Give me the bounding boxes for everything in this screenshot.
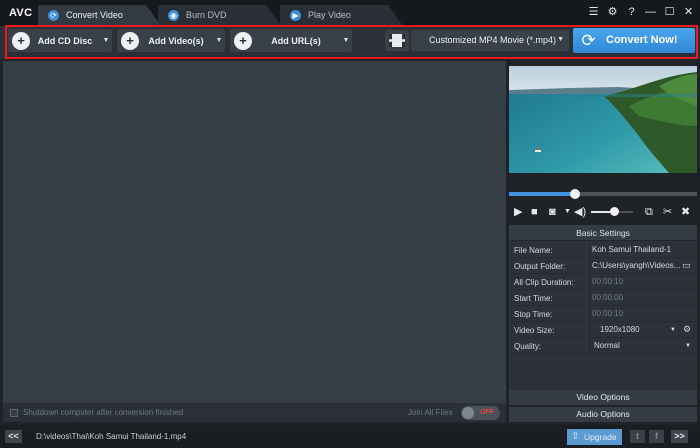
tab-play-video[interactable]: ▶ Play Video <box>280 5 403 26</box>
globe-add-icon: + <box>234 31 252 50</box>
effects-icon[interactable]: ✖ <box>681 204 690 220</box>
facebook-icon[interactable]: f <box>649 430 664 443</box>
setting-label: Output Folder: <box>514 262 566 271</box>
convert-now-button[interactable]: ⟳ Convert Now! <box>573 28 695 53</box>
file-name-field[interactable]: Koh Samui Thailand-1 <box>589 242 689 258</box>
folder-open-icon[interactable]: ▭ <box>682 260 691 271</box>
current-file-path: D:\videos\Thai\Koh Samui Thailand-1.mp4 <box>36 432 187 441</box>
seek-handle[interactable] <box>569 189 580 199</box>
add-video-button[interactable]: + Add Video(s) ▼ <box>117 29 225 52</box>
crop-icon[interactable]: ⧉ <box>645 204 653 220</box>
menu-icon[interactable]: ☰ <box>588 5 599 19</box>
convert-now-label: Convert Now! <box>606 34 678 46</box>
film-format-icon[interactable] <box>385 30 409 51</box>
tab-convert-video[interactable]: ⟳ Convert Video <box>38 5 161 26</box>
chevron-down-icon[interactable]: ▼ <box>564 204 571 220</box>
audio-options-bar[interactable]: Audio Options <box>509 407 697 422</box>
maximize-icon[interactable]: ☐ <box>664 5 675 19</box>
close-icon[interactable]: ✕ <box>683 5 694 19</box>
volume-slider[interactable] <box>591 207 633 216</box>
setting-label: Quality: <box>514 342 542 351</box>
setting-duration: All Clip Duration: 00:00:10 <box>509 274 697 290</box>
minimize-icon[interactable]: — <box>645 5 656 19</box>
setting-stop-time: Stop Time: 00:00:10 <box>509 306 697 322</box>
help-icon[interactable]: ? <box>626 5 637 19</box>
disc-icon: ◉ <box>168 10 179 21</box>
seek-bar[interactable] <box>509 189 697 199</box>
video-options-bar[interactable]: Video Options <box>509 390 697 405</box>
refresh-icon: ⟳ <box>48 10 59 21</box>
player-controls: ▶ ■ ◙ ▼ ◀) ⧉ ✂ ✖ <box>509 204 697 220</box>
setting-label: Video Size: <box>514 326 555 335</box>
start-time-field[interactable]: 00:00:00 <box>589 290 689 306</box>
upgrade-button[interactable]: ⇧ Upgrade <box>567 429 622 445</box>
gear-icon[interactable]: ⚙ <box>607 5 618 19</box>
basic-settings-title[interactable]: Basic Settings <box>509 225 697 241</box>
add-disc-icon: + <box>12 31 30 50</box>
video-size-select[interactable]: 1920x1080 <box>589 322 679 338</box>
play-icon[interactable]: ▶ <box>514 204 522 220</box>
toggle-state: OFF <box>480 409 494 416</box>
setting-start-time: Start Time: 00:00:00 <box>509 290 697 306</box>
tab-label: Burn DVD <box>186 10 227 20</box>
quality-select[interactable]: Normal <box>589 338 693 354</box>
expand-right-button[interactable]: >> <box>671 430 688 443</box>
output-format-value: Customized MP4 Movie (*.mp4) <box>429 35 557 45</box>
toggle-knob <box>462 407 474 419</box>
conversion-options-bar: Shutdown computer after conversion finis… <box>3 403 506 422</box>
snapshot-icon[interactable]: ◙ <box>549 204 556 220</box>
join-files-label: Join All Files <box>408 408 453 417</box>
scissors-icon[interactable]: ✂ <box>663 204 672 220</box>
setting-quality: Quality: Normal ▼ <box>509 338 697 354</box>
file-list-area[interactable] <box>3 61 506 403</box>
chevron-down-icon[interactable]: ▼ <box>670 327 676 333</box>
upgrade-label: Upgrade <box>584 432 617 442</box>
join-files-toggle[interactable]: OFF <box>461 406 500 420</box>
stop-time-field[interactable]: 00:00:10 <box>589 306 689 322</box>
chevron-down-icon[interactable]: ▼ <box>100 37 112 44</box>
app-logo: AVC <box>9 7 33 19</box>
play-circle-icon: ▶ <box>290 10 301 21</box>
shutdown-label: Shutdown computer after conversion finis… <box>23 408 184 417</box>
upgrade-arrow-icon: ⇧ <box>571 431 580 442</box>
status-bar: << D:\videos\Thai\Koh Samui Thailand-1.m… <box>0 425 700 448</box>
basic-settings-panel: Basic Settings File Name: Koh Samui Thai… <box>509 225 697 390</box>
add-url-label: Add URL(s) <box>271 35 321 46</box>
setting-output-folder: Output Folder: C:\Users\yangh\Videos... … <box>509 258 697 274</box>
duration-value: 00:00:10 <box>589 274 689 290</box>
add-video-label: Add Video(s) <box>148 35 204 46</box>
window-controls: ☰ ⚙ ? — ☐ ✕ <box>588 5 694 19</box>
tab-label: Convert Video <box>66 10 123 20</box>
preview-image <box>509 66 697 173</box>
output-format-select[interactable]: Customized MP4 Movie (*.mp4) ▼ <box>411 30 569 51</box>
setting-label: All Clip Duration: <box>514 278 574 287</box>
chevron-down-icon[interactable]: ▼ <box>340 37 352 44</box>
twitter-icon[interactable]: t <box>630 430 645 443</box>
tab-label: Play Video <box>308 10 351 20</box>
add-cd-label: Add CD Disc <box>37 35 93 46</box>
shutdown-checkbox[interactable] <box>10 409 18 417</box>
gear-icon[interactable]: ⚙ <box>683 324 691 335</box>
tab-burn-dvd[interactable]: ◉ Burn DVD <box>158 5 281 26</box>
volume-icon[interactable]: ◀) <box>574 204 586 220</box>
chevron-down-icon[interactable]: ▼ <box>213 37 225 44</box>
convert-icon: ⟳ <box>581 31 596 50</box>
seek-progress <box>509 192 575 196</box>
setting-label: File Name: <box>514 246 553 255</box>
add-cd-button[interactable]: + Add CD Disc ▼ <box>8 29 112 52</box>
setting-file-name: File Name: Koh Samui Thailand-1 <box>509 242 697 258</box>
setting-video-size: Video Size: 1920x1080 ▼ ⚙ <box>509 322 697 338</box>
setting-label: Stop Time: <box>514 310 553 319</box>
stop-icon[interactable]: ■ <box>531 204 538 220</box>
video-preview <box>509 66 697 173</box>
chevron-down-icon: ▼ <box>557 36 564 43</box>
output-folder-field[interactable]: C:\Users\yangh\Videos... <box>589 258 681 274</box>
volume-handle[interactable] <box>610 207 620 216</box>
add-film-icon: + <box>121 31 139 50</box>
setting-label: Start Time: <box>514 294 553 303</box>
add-url-button[interactable]: + Add URL(s) ▼ <box>230 29 352 52</box>
collapse-left-button[interactable]: << <box>5 430 22 443</box>
title-bar: AVC ⟳ Convert Video ◉ Burn DVD ▶ Play Vi… <box>0 0 700 26</box>
chevron-down-icon[interactable]: ▼ <box>685 343 691 349</box>
